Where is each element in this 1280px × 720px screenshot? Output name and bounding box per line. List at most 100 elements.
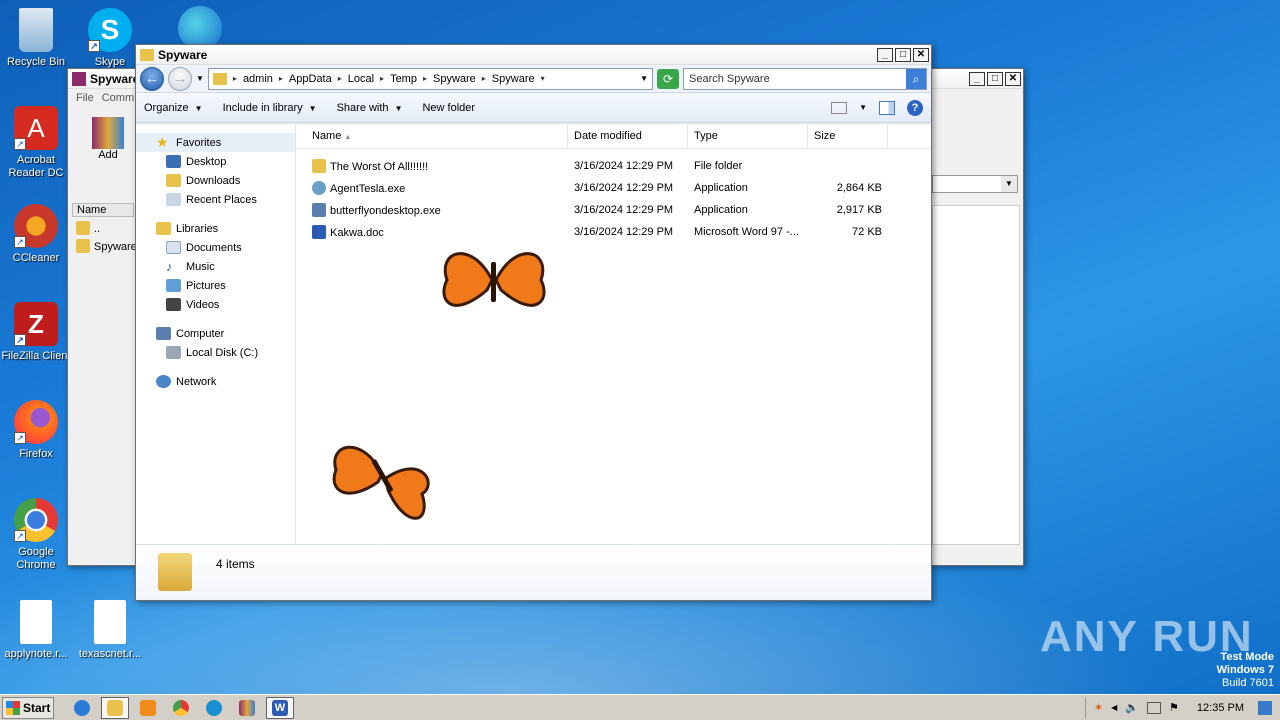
filezilla-icon: Z ↗ bbox=[14, 302, 58, 346]
shortcut-arrow-icon: ↗ bbox=[14, 236, 26, 248]
file-date: 3/16/2024 12:29 PM bbox=[574, 160, 674, 172]
view-dropdown-icon[interactable]: ▼ bbox=[859, 103, 867, 112]
command-bar: Organize ▼ Include in library ▼ Share with… bbox=[136, 93, 931, 123]
help-icon[interactable]: ? bbox=[907, 99, 923, 116]
explorer-titlebar[interactable]: Spyware _ □ ✕ bbox=[136, 45, 931, 65]
maximize-button[interactable]: □ bbox=[987, 71, 1003, 86]
network-tray-icon[interactable] bbox=[1147, 701, 1162, 714]
nav-computer[interactable]: Computer bbox=[136, 324, 295, 343]
pictures-icon bbox=[166, 279, 181, 292]
file-row[interactable]: AgentTesla.exe 3/16/2024 12:29 PM Applic… bbox=[296, 177, 931, 199]
desktop-icon-applynote[interactable]: applynote.r... bbox=[0, 600, 72, 661]
breadcrumb-admin[interactable]: admin bbox=[243, 73, 273, 85]
file-type: File folder bbox=[694, 160, 743, 172]
list-item[interactable]: .. bbox=[76, 221, 100, 235]
computer-icon bbox=[156, 327, 171, 340]
close-button[interactable]: ✕ bbox=[913, 47, 929, 62]
file-date: 3/16/2024 12:29 PM bbox=[574, 182, 674, 194]
column-header-type[interactable]: Type bbox=[688, 125, 808, 149]
window-title: Spyware bbox=[158, 47, 208, 62]
search-icon[interactable]: ⌕ bbox=[906, 68, 926, 89]
list-item-label: .. bbox=[94, 223, 101, 235]
search-input[interactable]: Search Spyware ⌕ bbox=[683, 67, 927, 90]
nav-label: Pictures bbox=[186, 279, 226, 292]
clock[interactable]: 12:35 PM bbox=[1197, 702, 1244, 714]
desktop-icon-recycle-bin[interactable]: Recycle Bin bbox=[0, 8, 72, 69]
nav-local-disk[interactable]: Local Disk (C:) bbox=[136, 343, 295, 362]
list-item[interactable]: Spyware bbox=[76, 239, 137, 253]
desktop-icon-label: Acrobat Reader DC bbox=[8, 154, 64, 179]
taskbar-winrar[interactable] bbox=[233, 697, 261, 719]
address-bar[interactable]: ▸ admin ▸ AppData ▸ Local ▸ Temp ▸ Spywa… bbox=[207, 67, 653, 90]
file-row[interactable]: butterflyondesktop.exe 3/16/2024 12:29 P… bbox=[296, 199, 931, 221]
address-dropdown-icon[interactable]: ▼ bbox=[640, 74, 648, 83]
nav-libraries[interactable]: Libraries bbox=[136, 219, 295, 238]
search-placeholder: Search Spyware bbox=[689, 72, 770, 85]
taskbar-ie[interactable] bbox=[68, 697, 96, 719]
breadcrumb-temp[interactable]: Temp bbox=[390, 73, 417, 85]
desktop-icon-firefox[interactable]: ↗ Firefox bbox=[0, 400, 72, 461]
desktop-icon-acrobat[interactable]: A ↗ Acrobat Reader DC bbox=[0, 106, 72, 180]
desktop-icon-texascnet[interactable]: texascnet.r... bbox=[74, 600, 146, 661]
nav-documents[interactable]: Documents bbox=[136, 238, 295, 257]
breadcrumb-spyware[interactable]: Spyware bbox=[433, 73, 476, 85]
taskbar-explorer[interactable] bbox=[101, 696, 129, 719]
view-options-icon[interactable] bbox=[831, 101, 848, 114]
taskbar-word[interactable]: W bbox=[266, 696, 294, 719]
back-button[interactable]: ← bbox=[140, 66, 164, 91]
file-row[interactable]: Kakwa.doc 3/16/2024 12:29 PM Microsoft W… bbox=[296, 221, 931, 243]
organize-button[interactable]: Organize ▼ bbox=[144, 102, 203, 114]
menu-file[interactable]: File bbox=[76, 92, 94, 104]
breadcrumb-local[interactable]: Local bbox=[348, 73, 374, 85]
file-date: 3/16/2024 12:29 PM bbox=[574, 226, 674, 238]
breadcrumb-spyware-current[interactable]: Spyware bbox=[492, 73, 535, 85]
taskbar-media-player[interactable] bbox=[134, 697, 162, 719]
nav-recent-places[interactable]: Recent Places bbox=[136, 190, 295, 209]
minimize-button[interactable]: _ bbox=[969, 71, 985, 86]
desktop-icon-ccleaner[interactable]: ↗ CCleaner bbox=[0, 204, 72, 265]
file-row[interactable]: The Worst Of All!!!!!! 3/16/2024 12:29 P… bbox=[296, 155, 931, 177]
breadcrumb-appdata[interactable]: AppData bbox=[289, 73, 332, 85]
breadcrumb-separator: ▸ bbox=[232, 74, 237, 83]
nav-label: Recent Places bbox=[186, 193, 257, 206]
breadcrumb-separator: ▸ bbox=[380, 74, 385, 83]
archive-add-icon bbox=[92, 117, 124, 149]
nav-pictures[interactable]: Pictures bbox=[136, 276, 295, 295]
nav-desktop[interactable]: Desktop bbox=[136, 152, 295, 171]
taskbar-edge[interactable] bbox=[200, 697, 228, 719]
column-header-date[interactable]: Date modified bbox=[568, 125, 688, 149]
nav-videos[interactable]: Videos bbox=[136, 295, 295, 314]
column-header-size[interactable]: Size bbox=[808, 125, 888, 149]
add-button[interactable]: Add bbox=[88, 117, 128, 161]
maximize-button[interactable]: □ bbox=[895, 47, 911, 62]
folder-icon bbox=[140, 48, 154, 61]
column-header-name[interactable]: Name bbox=[72, 203, 134, 217]
winrar-path-dropdown[interactable]: ▼ bbox=[932, 175, 1018, 193]
show-desktop-button[interactable] bbox=[1258, 700, 1272, 715]
volume-icon[interactable]: 🔈 bbox=[1125, 701, 1139, 714]
new-folder-button[interactable]: New folder bbox=[422, 102, 475, 114]
nav-favorites[interactable]: ★ Favorites bbox=[136, 133, 295, 152]
close-button[interactable]: ✕ bbox=[1005, 71, 1021, 86]
taskbar-chrome[interactable] bbox=[167, 697, 195, 719]
minimize-button[interactable]: _ bbox=[877, 47, 893, 62]
nav-network[interactable]: Network bbox=[136, 372, 295, 391]
show-hidden-icons-button[interactable]: ◀ bbox=[1111, 703, 1117, 712]
nav-music[interactable]: ♪ Music bbox=[136, 257, 295, 276]
nav-downloads[interactable]: Downloads bbox=[136, 171, 295, 190]
test-mode-watermark: Test Mode Windows 7 Build 7601 bbox=[1217, 651, 1274, 690]
column-header-name[interactable]: Name ▲ bbox=[296, 125, 568, 149]
desktop-icon-chrome[interactable]: ↗ Google Chrome bbox=[0, 498, 72, 572]
refresh-button[interactable]: ⟳ bbox=[657, 68, 679, 89]
item-count: 4 items bbox=[216, 557, 255, 571]
share-with-button[interactable]: Share with ▼ bbox=[337, 102, 403, 114]
start-button[interactable]: Start bbox=[2, 696, 54, 719]
butterfly-tray-icon[interactable]: ✶ bbox=[1094, 701, 1103, 714]
include-in-library-button[interactable]: Include in library ▼ bbox=[223, 102, 317, 114]
action-center-flag-icon[interactable]: ⚑ bbox=[1169, 701, 1179, 714]
recent-pages-dropdown[interactable]: ▼ bbox=[196, 74, 204, 83]
preview-pane-icon[interactable] bbox=[879, 100, 895, 115]
menu-commands[interactable]: Comm bbox=[102, 92, 134, 104]
desktop-icon-filezilla[interactable]: Z ↗ FileZilla Client bbox=[0, 302, 72, 363]
forward-button[interactable]: → bbox=[168, 66, 192, 91]
